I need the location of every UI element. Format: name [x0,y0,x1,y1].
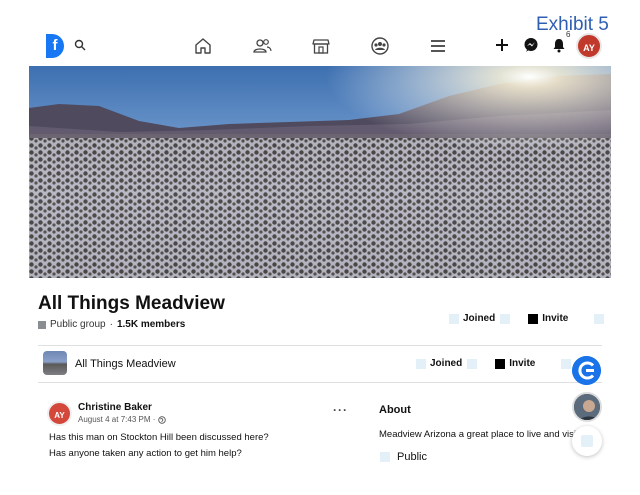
about-privacy: Public [380,451,427,463]
more-options-icon[interactable] [561,358,572,369]
friends-icon[interactable] [252,36,272,56]
group-privacy: Public group [50,319,106,330]
joined-button[interactable]: Joined [463,313,495,324]
about-heading: About [379,404,411,416]
person-photo-icon [574,394,600,420]
group-title: All Things Meadview [38,293,225,314]
group-privacy-info: Public group · 1.5K members [38,319,185,330]
post-text-line-1: Has this man on Stockton Hill been discu… [49,432,269,443]
home-icon[interactable] [193,36,213,56]
dropdown-chevron-icon[interactable] [500,313,511,324]
dropdown-chevron-icon[interactable] [467,358,478,369]
post-author-avatar[interactable]: AY [47,401,72,426]
group-cover-photo [29,66,611,278]
globe-icon [38,320,46,329]
meta-separator: · [109,319,113,330]
invite-plus-icon [528,313,539,324]
member-count[interactable]: 1.5K members [117,319,185,330]
groups-icon[interactable] [370,36,390,56]
extension-g-icon[interactable] [572,356,601,385]
globe-icon [380,452,390,462]
group-actions: Joined Invite [449,313,605,324]
sticky-invite-button[interactable]: Invite [509,358,535,369]
post-text-line-2: Has anyone taken any action to get him h… [49,448,242,459]
marketplace-icon[interactable] [311,36,331,56]
group-thumbnail[interactable] [43,351,67,375]
sticky-divider [38,382,602,383]
sticky-actions: Joined Invite [416,358,572,369]
notifications-bell-icon[interactable] [551,37,567,53]
profile-avatar[interactable]: AY [576,33,602,59]
search-icon[interactable] [74,39,86,51]
invite-plus-icon [495,358,506,369]
about-public-label: Public [397,451,427,463]
compose-icon [581,435,593,447]
post-timestamp[interactable]: August 4 at 7:43 PM · [78,415,167,424]
about-description: Meadview Arizona a great place to live a… [379,429,582,440]
post-time-text[interactable]: August 4 at 7:43 PM · [78,415,155,424]
post-more-options-icon[interactable]: ··· [333,403,348,417]
contact-avatar[interactable] [572,392,602,422]
sticky-joined-button[interactable]: Joined [430,358,462,369]
messenger-icon[interactable] [523,37,539,53]
invite-button[interactable]: Invite [542,313,568,324]
post-author-name[interactable]: Christine Baker [78,402,152,413]
joined-icon [416,358,426,369]
header-divider [38,345,602,346]
top-navigation: f 6 AY [0,30,640,64]
sticky-group-name[interactable]: All Things Meadview [75,358,176,370]
notification-count: 6 [566,30,571,39]
joined-icon [449,313,459,324]
new-message-button[interactable] [572,426,602,456]
more-options-icon[interactable] [594,313,605,324]
create-plus-icon[interactable] [494,37,510,53]
menu-icon[interactable] [428,36,448,56]
public-globe-icon [158,415,167,424]
facebook-logo[interactable]: f [46,34,64,58]
